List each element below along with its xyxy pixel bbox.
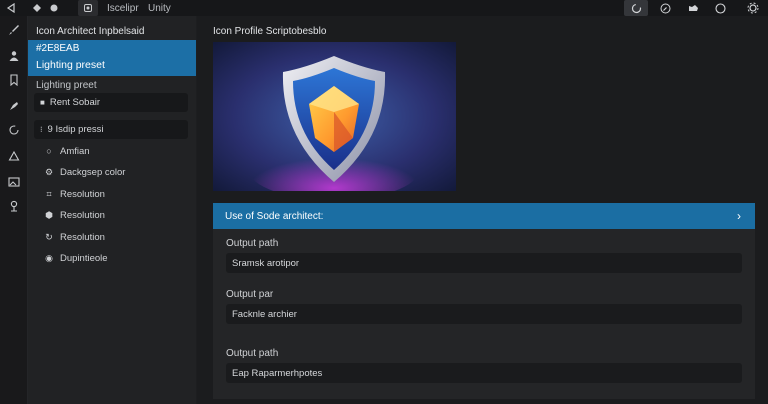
refresh-icon: ↻ (45, 231, 53, 242)
gear-icon: ⚙ (44, 166, 54, 177)
output-path-field[interactable]: Sramsk arotipor (226, 253, 742, 273)
page-title: Icon Profile Scriptobesblo (213, 26, 327, 37)
sidebar-item[interactable]: ⌗ Resolution (44, 186, 105, 202)
sidebar-field[interactable]: ⁝ 9 Isdip pressi (34, 120, 188, 139)
hexagon-icon: ⬢ (45, 209, 53, 220)
banner-text: Use of Sode architect: (225, 210, 324, 222)
refresh-icon[interactable] (0, 122, 28, 138)
square-icon: ■ (40, 98, 45, 107)
sidebar-item[interactable]: ◉ Dupintieole (44, 250, 108, 266)
paint-icon[interactable] (0, 98, 28, 114)
sidebar-field-text: Rent Sobair (49, 97, 101, 108)
sidebar-item[interactable]: ⚙ Dackgsep color (44, 164, 126, 180)
sidebar-item[interactable]: ○ Amfian (44, 143, 90, 159)
circle-icon[interactable] (712, 0, 728, 16)
output-par-label: Output par (226, 289, 274, 300)
sidebar-item-active[interactable]: #2E8EAB Lighting preset (28, 40, 196, 76)
compass-icon[interactable] (657, 0, 673, 16)
spinner-icon[interactable] (624, 0, 648, 16)
active-item-color: #2E8EAB (36, 43, 80, 54)
cloud-icon[interactable] (684, 0, 702, 16)
bookmark-icon[interactable] (0, 72, 28, 88)
output-path-label: Output path (226, 238, 279, 249)
sidebar-item-label: Amfian (60, 145, 90, 157)
sidebar-field[interactable]: ■ Rent Sobair (34, 93, 188, 112)
section-label: Lighting preet (36, 80, 97, 91)
architect-banner[interactable]: Use of Sode architect: › (213, 203, 755, 229)
title-bar: Iscelipr Unity (0, 0, 768, 16)
triangle-icon[interactable] (0, 148, 28, 164)
output-path-field-2[interactable]: Eap Raparmerhpotes (226, 363, 742, 383)
sidebar-item-label: Resolution (60, 209, 105, 221)
sidebar-item-label: Resolution (60, 231, 105, 243)
disk-icon: ◉ (45, 252, 53, 263)
sidebar-item-label: Resolution (60, 188, 105, 200)
person-icon[interactable] (0, 48, 28, 64)
back-arrow-icon[interactable] (4, 0, 18, 16)
chevron-right-icon[interactable]: › (737, 209, 741, 223)
app-subtitle: Unity (148, 2, 171, 14)
active-item-label: Lighting preset (36, 59, 105, 71)
sidebar-item[interactable]: ↻ Resolution (44, 229, 105, 245)
preview-image (213, 42, 456, 191)
crop-icon: ⌗ (46, 188, 52, 199)
output-path-label-2: Output path (226, 348, 279, 359)
lightbulb-icon: ○ (46, 146, 52, 156)
sidebar-item[interactable]: ⬢ Resolution (44, 207, 105, 223)
app-logo-icon[interactable] (78, 0, 98, 16)
dot-icon[interactable] (47, 0, 61, 16)
sidebar-field-text: 9 Isdip pressi (47, 124, 104, 135)
brush-icon[interactable] (0, 22, 28, 38)
shield-gem-icon (213, 42, 456, 191)
sidebar-item-label: Dackgsep color (60, 166, 126, 178)
sidebar-title: Icon Architect Inpbelsaid (36, 26, 145, 37)
diamond-icon[interactable] (30, 0, 44, 16)
output-par-field[interactable]: Facknle archier (226, 304, 742, 324)
pin-icon[interactable] (0, 198, 28, 214)
sidebar-item-label: Dupintieole (60, 252, 108, 264)
settings-icon[interactable] (744, 0, 762, 16)
image-icon[interactable] (0, 174, 28, 190)
app-name: Iscelipr (107, 2, 139, 14)
dots-icon: ⁝ (40, 125, 43, 134)
